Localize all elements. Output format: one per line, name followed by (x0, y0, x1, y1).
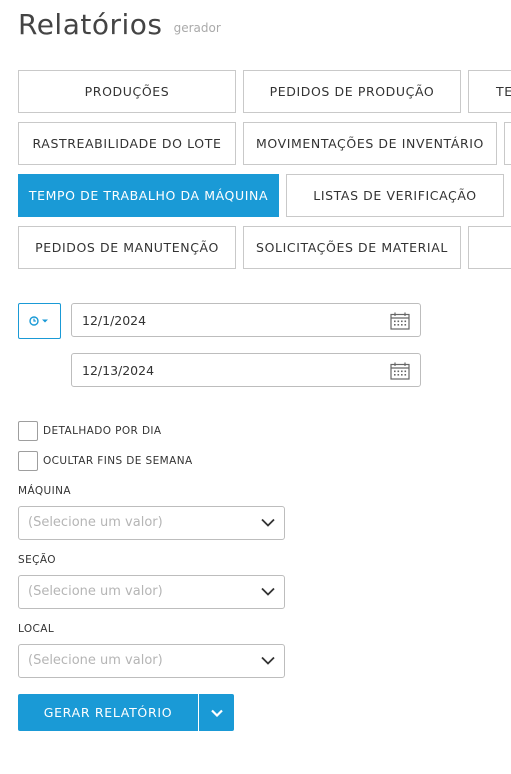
detailed-by-day-option: DETALHADO POR DIA (18, 421, 162, 441)
page-title: Relatórios (18, 8, 163, 41)
report-type-listas-de-verificacao[interactable]: LISTAS DE VERIFICAÇÃO (286, 174, 504, 217)
calendar-icon[interactable] (390, 362, 410, 380)
clock-icon (28, 316, 48, 326)
generate-options-dropdown[interactable] (199, 694, 234, 731)
report-type-solicitacoes-de-material[interactable]: SOLICITAÇÕES DE MATERIAL (243, 226, 461, 269)
location-select[interactable]: (Selecione um valor) (18, 644, 285, 678)
location-label: LOCAL (18, 623, 55, 635)
chevron-down-icon (261, 656, 275, 665)
location-placeholder: (Selecione um valor) (28, 653, 163, 668)
caret-down-icon (41, 319, 48, 323)
chevron-down-icon (261, 518, 275, 527)
generate-report-button[interactable]: GERAR RELATÓRIO (18, 694, 198, 731)
section-placeholder: (Selecione um valor) (28, 584, 163, 599)
report-type-pedidos-de-manutencao[interactable]: PEDIDOS DE MANUTENÇÃO (18, 226, 236, 269)
machine-select[interactable]: (Selecione um valor) (18, 506, 285, 540)
section-select[interactable]: (Selecione um valor) (18, 575, 285, 609)
hide-weekends-option: OCULTAR FINS DE SEMANA (18, 451, 193, 471)
page-header: Relatórios gerador (18, 8, 221, 41)
report-type-te-partial[interactable]: TE (468, 70, 511, 113)
start-date-field[interactable] (71, 303, 421, 337)
calendar-icon[interactable] (390, 312, 410, 330)
machine-placeholder: (Selecione um valor) (28, 515, 163, 530)
hide-weekends-label: OCULTAR FINS DE SEMANA (43, 455, 193, 467)
report-type-pedidos-de-producao[interactable]: PEDIDOS DE PRODUÇÃO (243, 70, 461, 113)
hide-weekends-checkbox[interactable] (18, 451, 38, 471)
report-type-partial-row2[interactable] (504, 122, 511, 165)
end-date-field[interactable] (71, 353, 421, 387)
report-type-tempo-de-trabalho-da-maquina[interactable]: TEMPO DE TRABALHO DA MÁQUINA (18, 174, 279, 217)
machine-label: MÁQUINA (18, 485, 71, 497)
section-label: SEÇÃO (18, 554, 56, 566)
chevron-down-icon (261, 587, 275, 596)
date-mode-toggle[interactable] (18, 303, 61, 339)
report-type-movimentacoes-de-inventario[interactable]: MOVIMENTAÇÕES DE INVENTÁRIO (243, 122, 497, 165)
page-subtitle: gerador (173, 21, 221, 35)
report-type-partial-row4[interactable] (468, 226, 511, 269)
chevron-down-icon (210, 709, 223, 717)
detailed-by-day-label: DETALHADO POR DIA (43, 425, 162, 437)
report-type-producoes[interactable]: PRODUÇÕES (18, 70, 236, 113)
start-date-input[interactable] (72, 304, 372, 336)
end-date-input[interactable] (72, 354, 372, 386)
report-type-rastreabilidade-do-lote[interactable]: RASTREABILIDADE DO LOTE (18, 122, 236, 165)
detailed-by-day-checkbox[interactable] (18, 421, 38, 441)
